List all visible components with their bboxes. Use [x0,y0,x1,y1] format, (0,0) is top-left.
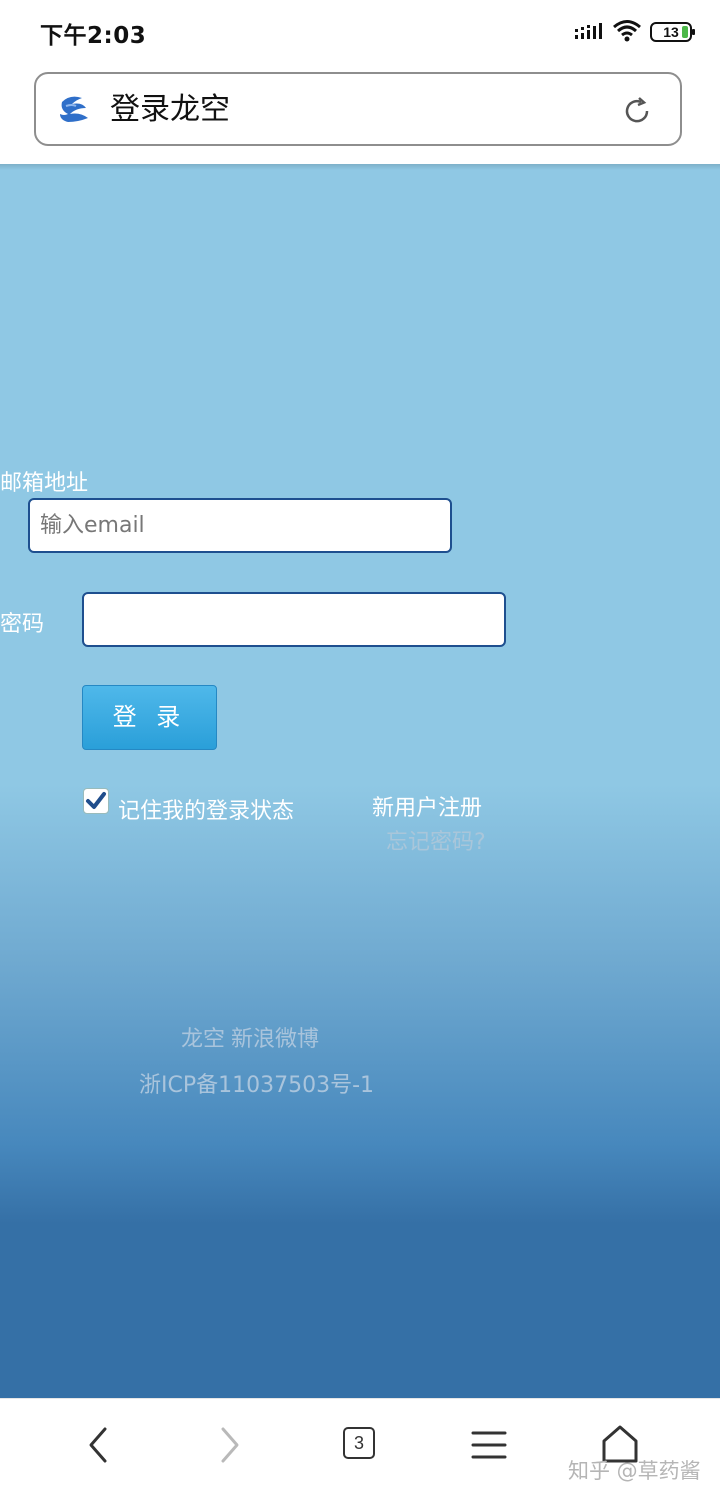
email-label: 邮箱地址 [0,471,89,496]
menu-icon[interactable] [467,1423,511,1467]
icp-text: 浙ICP备11037503号-1 [139,1073,375,1098]
password-input[interactable] [82,592,506,647]
page-title: 登录龙空 [110,92,230,127]
remember-checkbox[interactable] [83,788,109,814]
reload-icon[interactable] [622,96,652,126]
url-bar[interactable]: 登录龙空 [34,72,682,146]
forward-icon[interactable] [207,1423,251,1467]
footer-link-longkong[interactable]: 龙空 [181,1027,225,1052]
login-button[interactable]: 登 录 [82,685,217,750]
signal-icon [575,23,602,39]
site-logo-icon [60,96,88,122]
back-icon[interactable] [77,1423,121,1467]
wifi-icon [613,20,641,42]
battery-icon: 13 [650,21,696,43]
footer-links: 龙空 新浪微博 [181,1021,325,1053]
watermark: 知乎 @草药酱 [568,1459,701,1483]
email-input[interactable] [28,498,452,553]
remember-label: 记住我的登录状态 [118,799,295,824]
divider [0,164,720,170]
battery-level: 13 [663,24,679,40]
register-link[interactable]: 新用户注册 [372,790,482,822]
check-icon [86,792,106,809]
tabs-count: 3 [343,1427,375,1459]
page-background [0,164,720,1398]
status-bar: 下午2:03 13 [0,0,720,64]
forgot-password-link[interactable]: 忘记密码? [386,824,486,856]
status-time: 下午2:03 [40,23,147,49]
password-label: 密码 [0,612,45,637]
tabs-icon[interactable]: 3 [337,1423,381,1467]
footer-link-weibo[interactable]: 新浪微博 [231,1027,319,1052]
